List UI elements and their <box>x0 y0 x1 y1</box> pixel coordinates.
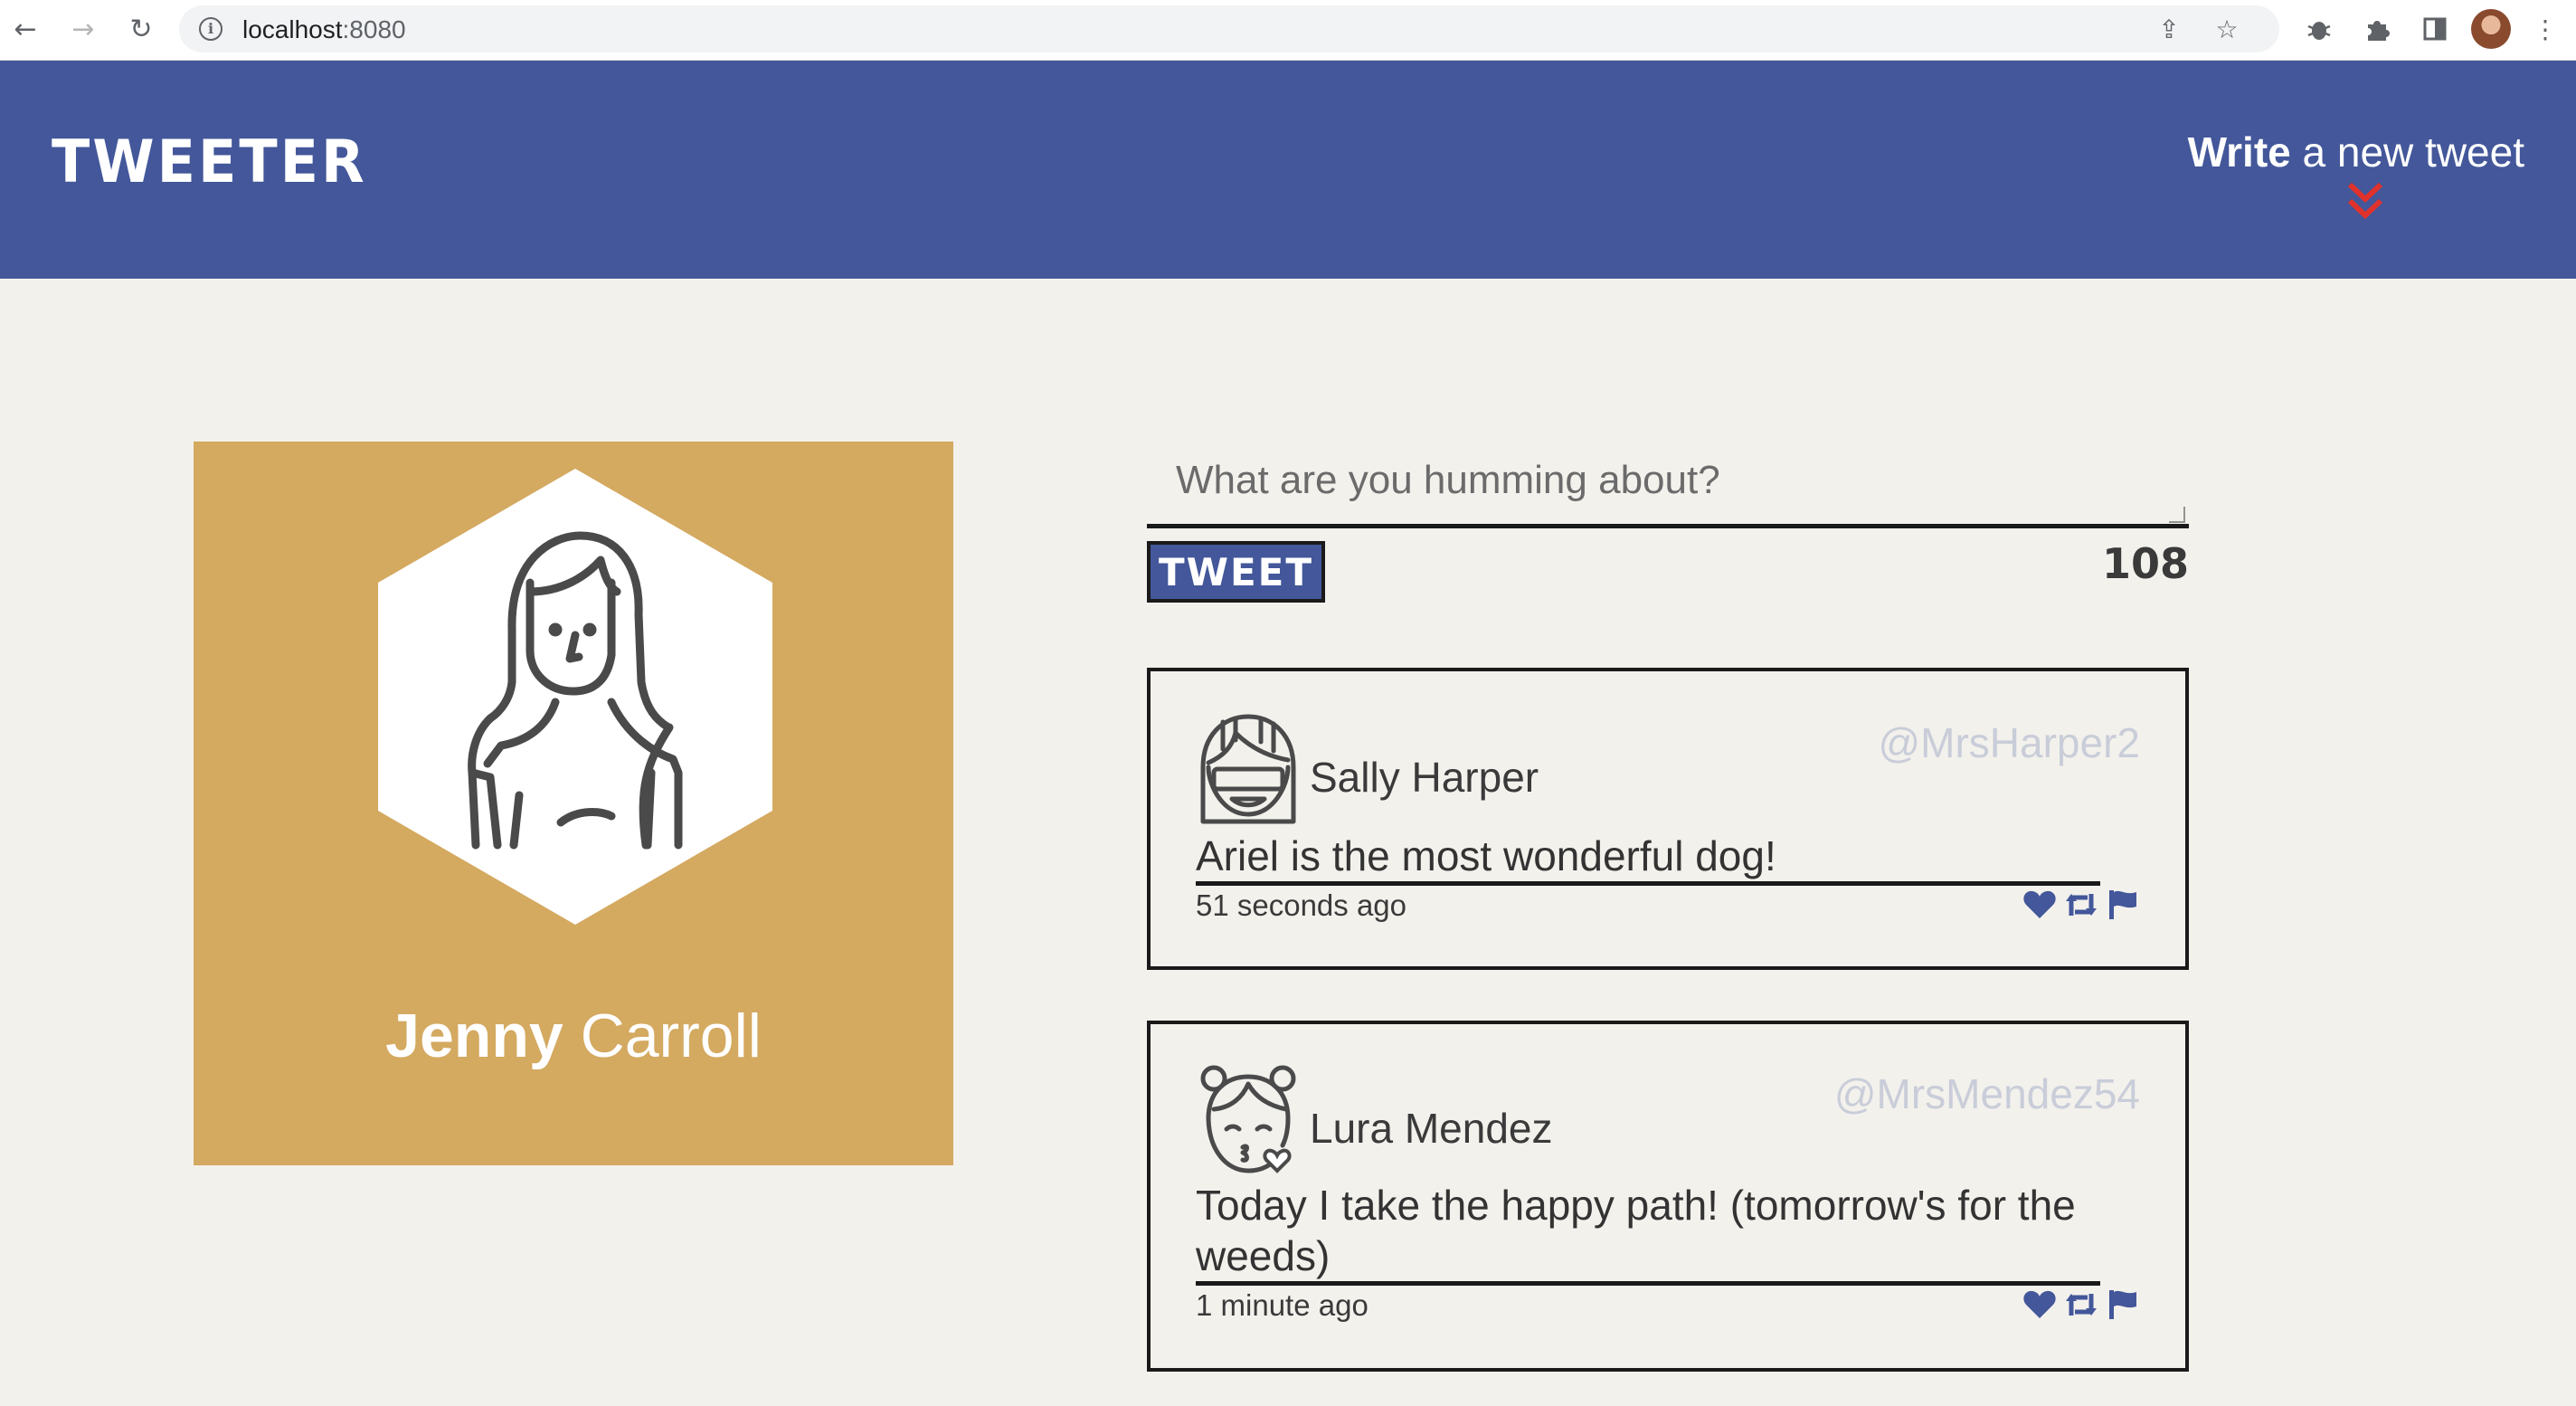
character-counter: 108 <box>2101 539 2189 588</box>
flag-icon[interactable] <box>2106 1288 2140 1321</box>
tweet-timestamp: 51 seconds ago <box>1196 888 1407 922</box>
girl-kiss-avatar-icon <box>1200 1065 1296 1173</box>
menu-icon[interactable]: ⋮ <box>2527 11 2563 47</box>
tweet-author-name: Sally Harper <box>1310 754 1539 801</box>
star-icon[interactable]: ☆ <box>2211 13 2243 45</box>
browser-toolbar: ← → ↻ i localhost:8080 ⇪ ☆ ⋮ <box>0 0 2576 61</box>
tweet-author-name: Lura Mendez <box>1310 1105 1553 1152</box>
bug-icon[interactable] <box>2301 11 2337 47</box>
profile-avatar-hexagon <box>378 469 772 925</box>
write-new-tweet-link[interactable]: Write a new tweet <box>2188 128 2524 176</box>
heart-icon[interactable] <box>2022 1288 2057 1321</box>
retweet-icon[interactable] <box>2064 1288 2098 1321</box>
sidepanel-icon[interactable] <box>2417 11 2453 47</box>
write-label-bold: Write <box>2187 128 2291 176</box>
app-header: TWEETER Write a new tweet <box>0 61 2576 279</box>
logo: TWEETER <box>52 127 367 196</box>
write-label-rest: a new tweet <box>2290 128 2525 176</box>
profile-name: Jenny Carroll <box>194 1001 953 1071</box>
back-icon[interactable]: ← <box>7 11 43 47</box>
tweet-text: Ariel is the most wonderful dog! <box>1196 831 2100 886</box>
url-port: :8080 <box>342 15 406 43</box>
retweet-icon[interactable] <box>2064 888 2098 921</box>
url-host: localhost <box>242 15 343 43</box>
url-text: localhost:8080 <box>242 15 406 44</box>
info-icon[interactable]: i <box>199 17 223 41</box>
address-bar[interactable]: i localhost:8080 ⇪ ☆ <box>179 5 2279 52</box>
tweet-actions <box>2022 888 2140 921</box>
resize-handle-icon[interactable] <box>2169 507 2185 523</box>
girl-sunglasses-avatar-icon <box>1200 714 1296 824</box>
tweet-button[interactable]: TWEET <box>1147 541 1325 603</box>
profile-card: Jenny Carroll <box>194 442 953 1165</box>
tweet-actions <box>2022 1288 2140 1321</box>
reload-icon[interactable]: ↻ <box>123 11 159 47</box>
tweet-input[interactable] <box>1147 434 2189 528</box>
tweet-author-handle: @MrsHarper2 <box>1878 719 2140 766</box>
profile-first-name: Jenny <box>385 1002 564 1070</box>
double-chevron-down-icon[interactable] <box>2346 181 2384 221</box>
tweet-timestamp: 1 minute ago <box>1196 1288 1368 1322</box>
puzzle-icon[interactable] <box>2359 11 2395 47</box>
share-icon[interactable]: ⇪ <box>2153 13 2185 45</box>
tweet-author-handle: @MrsMendez54 <box>1833 1070 2140 1117</box>
heart-icon[interactable] <box>2022 888 2057 921</box>
tweet-card: Sally Harper @MrsHarper2 Ariel is the mo… <box>1147 668 2189 970</box>
compose-tweet-form: TWEET 108 <box>1147 434 2189 603</box>
profile-last-name: Carroll <box>580 1002 762 1070</box>
flag-icon[interactable] <box>2106 888 2140 921</box>
tweet-card: Lura Mendez @MrsMendez54 Today I take th… <box>1147 1021 2189 1372</box>
tweet-text: Today I take the happy path! (tomorrow's… <box>1196 1180 2100 1286</box>
profile-avatar[interactable] <box>2471 9 2511 49</box>
forward-icon[interactable]: → <box>65 11 101 47</box>
